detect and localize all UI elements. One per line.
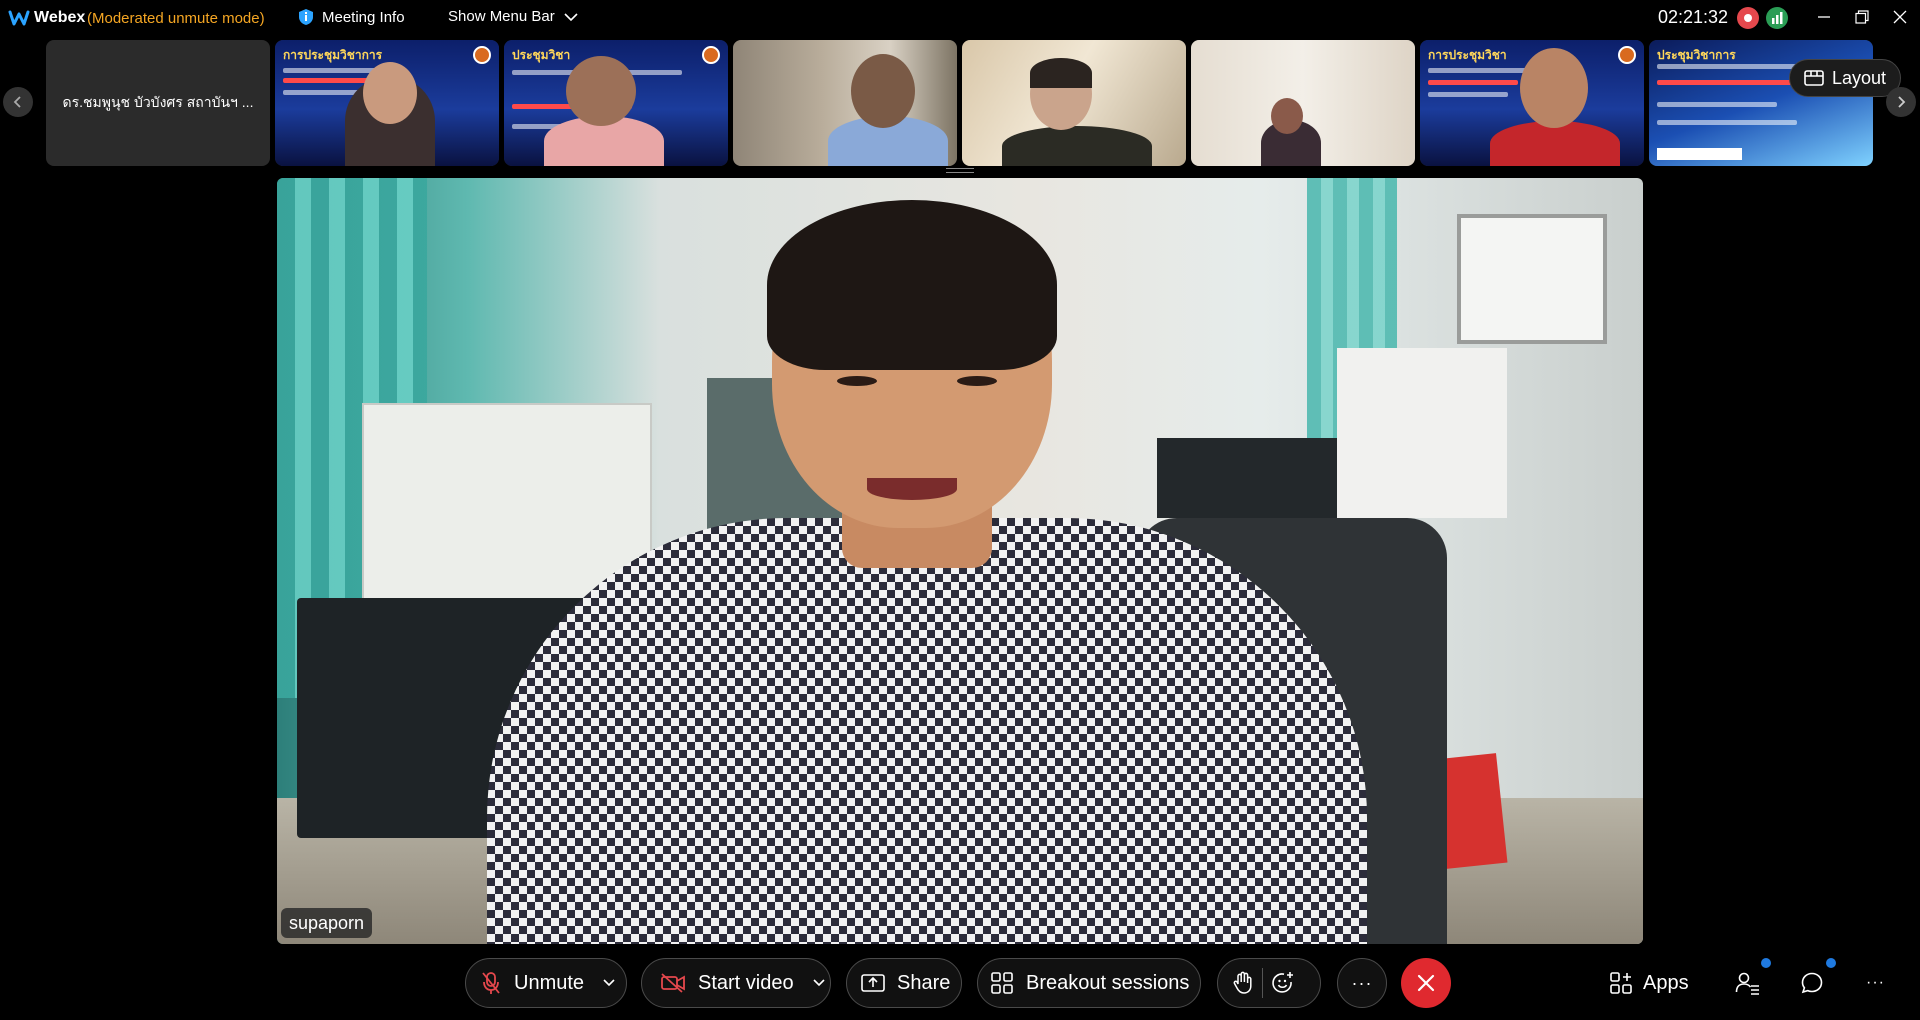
resize-handle[interactable] <box>946 168 974 173</box>
minimize-button[interactable] <box>1809 4 1839 30</box>
participants-icon <box>1735 972 1759 995</box>
participant-thumbnail[interactable] <box>733 40 957 166</box>
breakout-sessions-label: Breakout sessions <box>1026 971 1190 994</box>
chevron-right-icon <box>1898 96 1906 108</box>
main-video-stage: supaporn <box>277 178 1643 944</box>
participant-name: ดร.ชมพูนุช บัวบังศร สถาบันฯ ... <box>62 94 254 110</box>
slide-title-text: การประชุมวิชา <box>1428 48 1507 62</box>
share-button[interactable]: Share <box>846 958 962 1008</box>
apps-button[interactable]: Apps <box>1609 962 1689 1004</box>
overflow-menu-label: ··· <box>1866 974 1885 991</box>
unmute-label: Unmute <box>514 971 585 994</box>
organization-logo-icon <box>473 46 491 64</box>
slide-title-text: การประชุมวิชาการ <box>283 48 383 62</box>
video-off-icon <box>660 973 686 993</box>
meeting-info-button[interactable]: Meeting Info <box>298 8 405 26</box>
apps-icon <box>1610 972 1632 994</box>
participant-name: supaporn <box>289 912 365 933</box>
participant-thumbnail[interactable] <box>962 40 1186 166</box>
shield-icon <box>299 9 313 25</box>
thumbnails-next-button[interactable] <box>1886 87 1916 117</box>
close-window-button[interactable] <box>1885 4 1915 30</box>
chevron-down-icon[interactable] <box>812 978 826 988</box>
show-menu-bar-label: Show Menu Bar <box>448 8 555 25</box>
leave-meeting-button[interactable] <box>1401 958 1451 1008</box>
start-video-button[interactable]: Start video <box>641 958 831 1008</box>
restore-icon <box>1855 10 1869 24</box>
apps-label: Apps <box>1643 971 1689 994</box>
participant-thumbnail[interactable]: ดร.ชมพูนุช บัวบังศร สถาบันฯ ... <box>46 40 270 166</box>
close-icon <box>1893 10 1907 24</box>
start-video-label: Start video <box>698 971 794 994</box>
layout-icon <box>1804 70 1824 86</box>
show-menu-bar-button[interactable]: Show Menu Bar <box>448 8 579 25</box>
share-label: Share <box>897 971 951 994</box>
organization-logo-icon <box>1618 46 1636 64</box>
participants-button[interactable] <box>1735 962 1761 1004</box>
chevron-left-icon <box>13 96 21 108</box>
more-options-button[interactable]: ··· <box>1337 958 1387 1008</box>
layout-label: Layout <box>1832 67 1887 88</box>
chat-icon <box>1801 972 1823 994</box>
more-options-label: ··· <box>1351 972 1373 993</box>
breakout-grid-icon <box>990 971 1014 995</box>
unmute-button[interactable]: Unmute <box>465 958 627 1008</box>
participant-thumbnail[interactable] <box>1191 40 1415 166</box>
slide-title-text: ประชุมวิชาการ <box>1657 48 1736 62</box>
participant-thumbnail[interactable]: การประชุมวิชาการ <box>275 40 499 166</box>
organization-logo-icon <box>702 46 720 64</box>
webex-logo-icon <box>8 10 30 26</box>
restore-button[interactable] <box>1847 4 1877 30</box>
chat-button[interactable] <box>1800 962 1824 1004</box>
network-stats-icon[interactable] <box>1766 7 1788 29</box>
minimize-icon <box>1818 16 1830 18</box>
layout-button[interactable]: Layout <box>1789 59 1902 97</box>
chevron-down-icon <box>564 12 578 21</box>
breakout-sessions-button[interactable]: Breakout sessions <box>977 958 1201 1008</box>
app-name: Webex <box>34 9 86 26</box>
moderated-mode-label: (Moderated unmute mode) <box>87 10 265 27</box>
microphone-muted-icon <box>480 971 502 995</box>
thumbnails-prev-button[interactable] <box>3 87 33 117</box>
participant-thumbnail[interactable]: การประชุมวิชา <box>1420 40 1644 166</box>
raise-hand-icon[interactable] <box>1232 971 1254 995</box>
close-icon <box>1417 974 1435 992</box>
share-screen-icon <box>861 973 885 993</box>
participant-thumbnail[interactable]: ประชุมวิชา <box>504 40 728 166</box>
recording-icon[interactable] <box>1737 7 1759 29</box>
meeting-info-label: Meeting Info <box>322 8 405 26</box>
participant-name-tag: supaporn <box>281 908 373 938</box>
participants-notification-badge <box>1761 958 1771 968</box>
chevron-down-icon[interactable] <box>602 978 616 988</box>
overflow-menu-button[interactable]: ··· <box>1866 962 1885 1004</box>
slide-title-text: ประชุมวิชา <box>512 48 571 62</box>
reactions-group <box>1217 958 1321 1008</box>
title-bar: Webex (Moderated unmute mode) Meeting In… <box>0 0 1920 38</box>
chat-notification-badge <box>1826 958 1836 968</box>
meeting-timer: 02:21:32 <box>1658 7 1729 27</box>
reactions-icon[interactable] <box>1271 971 1295 995</box>
